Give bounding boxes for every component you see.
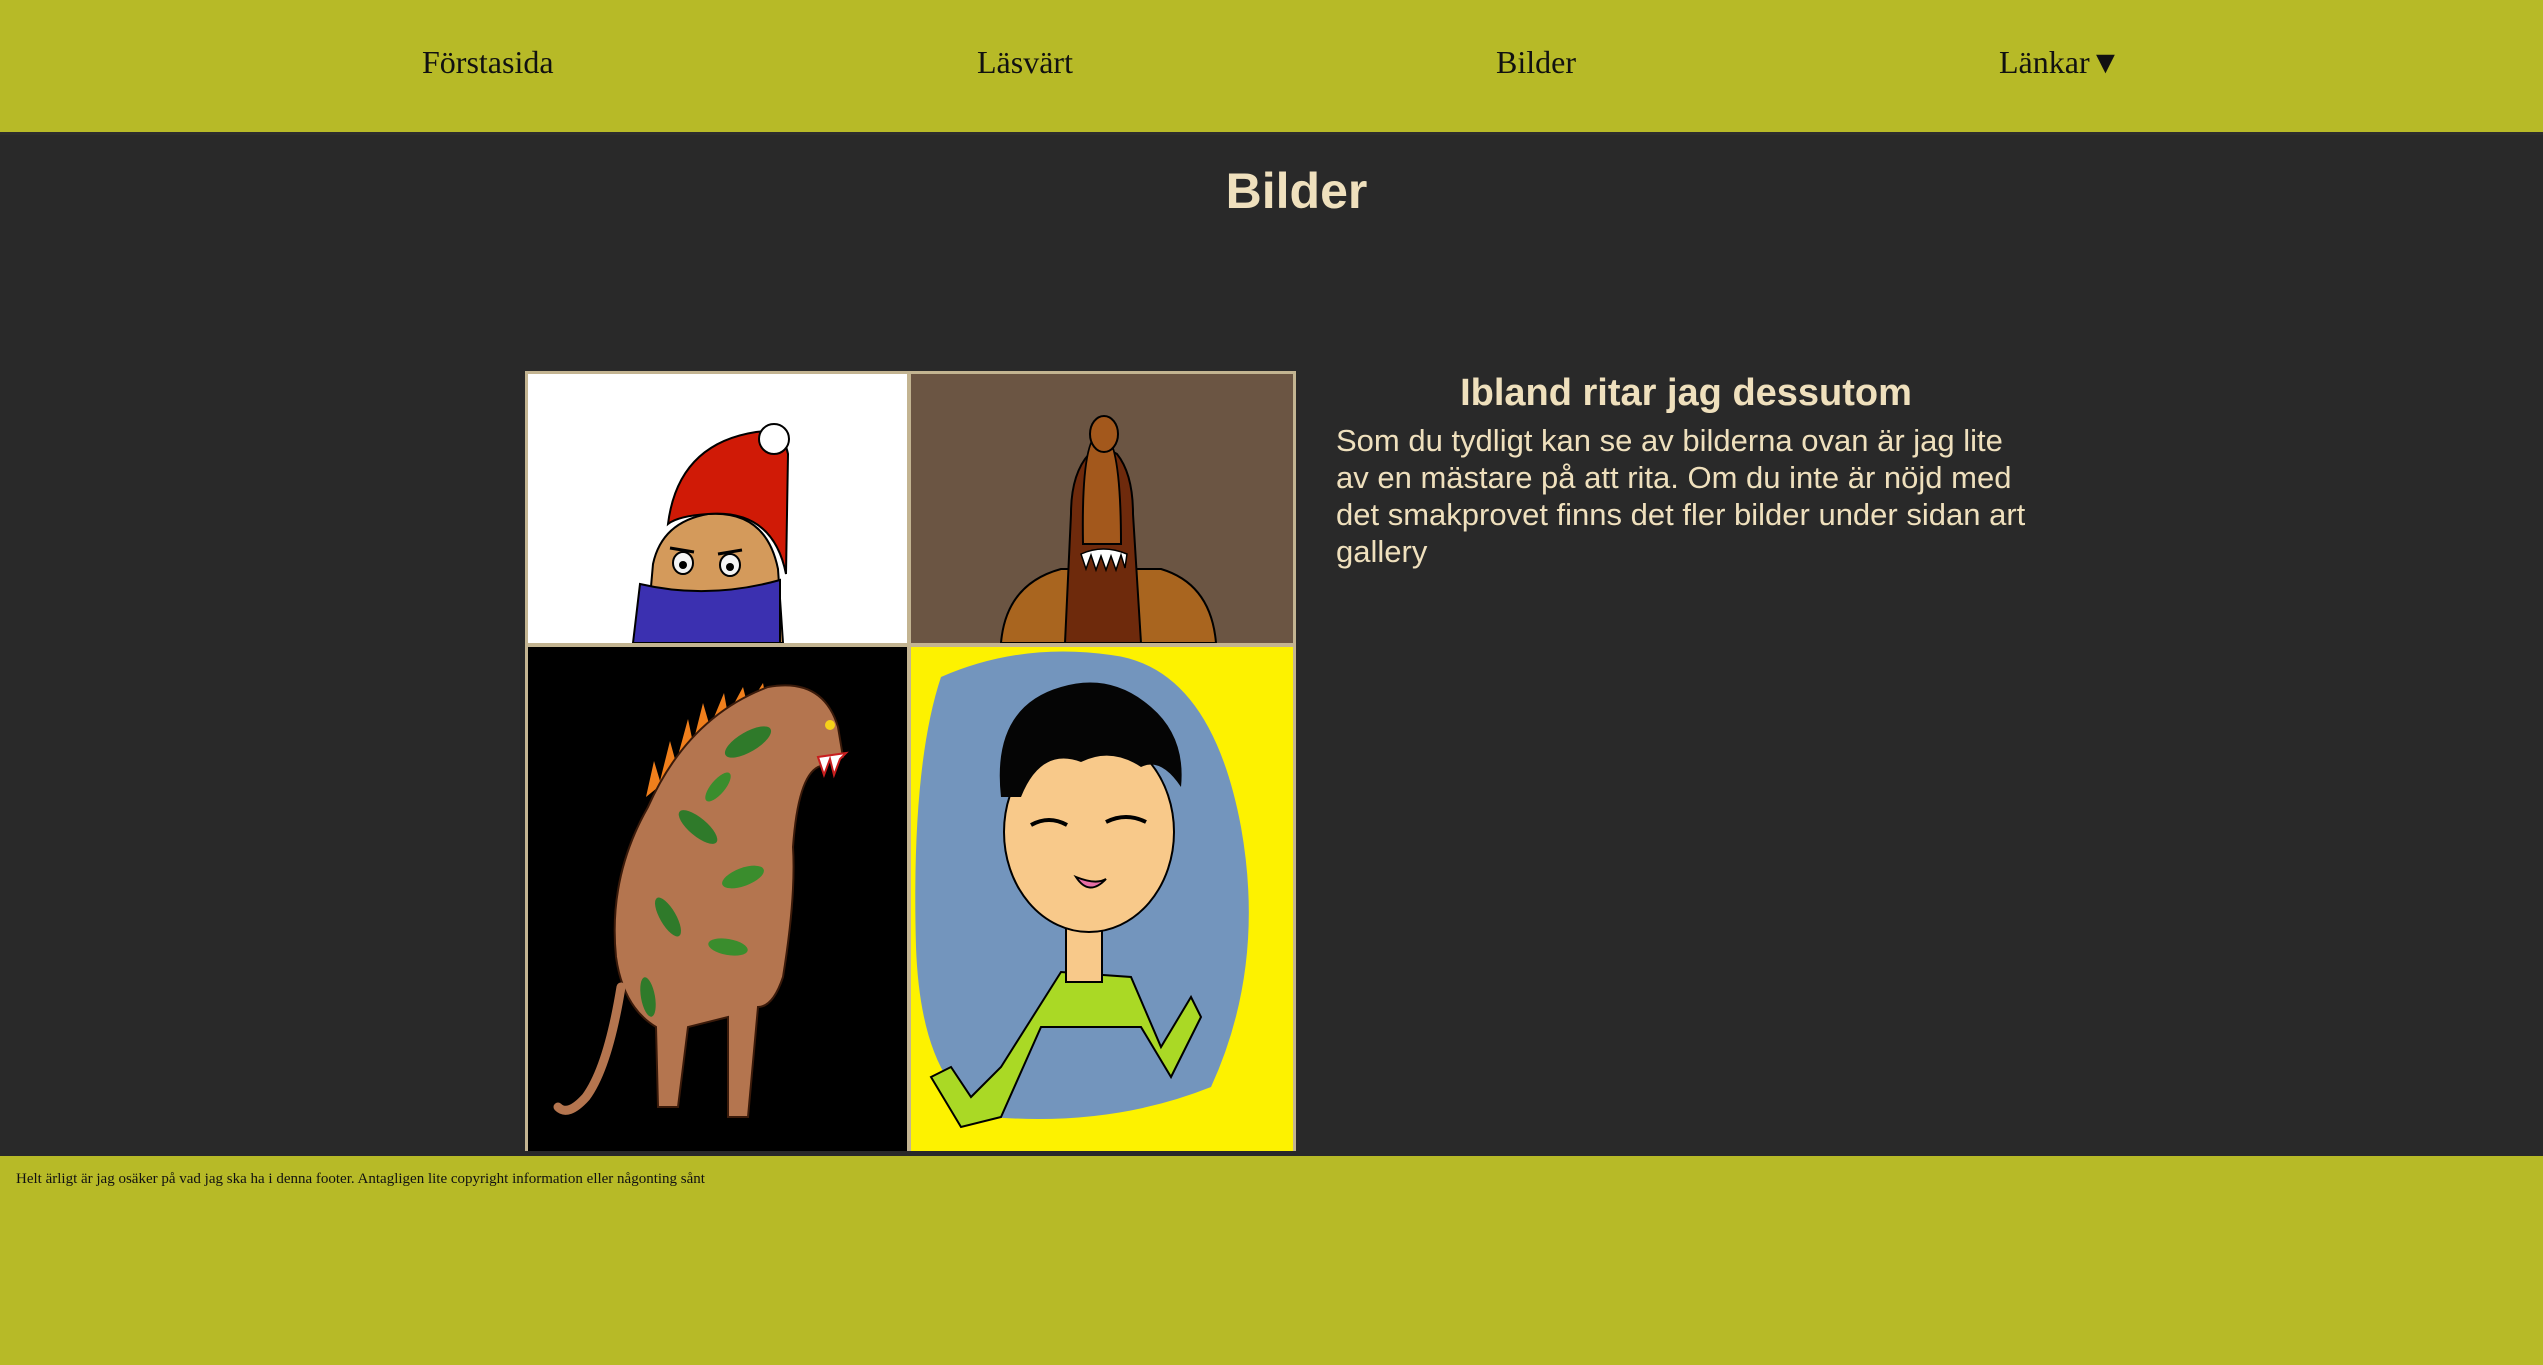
nav-item-bilder[interactable]: Bilder xyxy=(1496,44,1576,81)
gnome-drawing xyxy=(528,374,907,643)
dropdown-arrow-icon: ▼ xyxy=(2089,44,2122,80)
image-gallery xyxy=(525,371,1296,1151)
section-text: Som du tydligt kan se av bilderna ovan ä… xyxy=(1336,423,2026,569)
nav-item-forstasida[interactable]: Förstasida xyxy=(422,44,554,81)
dinosaur-drawing xyxy=(528,647,907,1151)
footer-text: Helt ärligt är jag osäker på vad jag ska… xyxy=(16,1171,705,1187)
monster-drawing xyxy=(911,374,1293,643)
footer: Helt ärligt är jag osäker på vad jag ska… xyxy=(0,1156,2543,1365)
navbar: Förstasida Läsvärt Bilder Länkar▼ xyxy=(0,0,2543,135)
nav-item-lankar-label: Länkar xyxy=(1999,44,2090,80)
page-title: Bilder xyxy=(1225,163,1368,219)
nav-item-lankar[interactable]: Länkar▼ xyxy=(1999,44,2121,81)
drawing-info-panel: Ibland ritar jag dessutom Som du tydligt… xyxy=(1336,372,2036,570)
section-heading: Ibland ritar jag dessutom xyxy=(1460,372,1912,414)
boy-drawing xyxy=(911,647,1293,1151)
nav-item-lasvart[interactable]: Läsvärt xyxy=(977,44,1073,81)
